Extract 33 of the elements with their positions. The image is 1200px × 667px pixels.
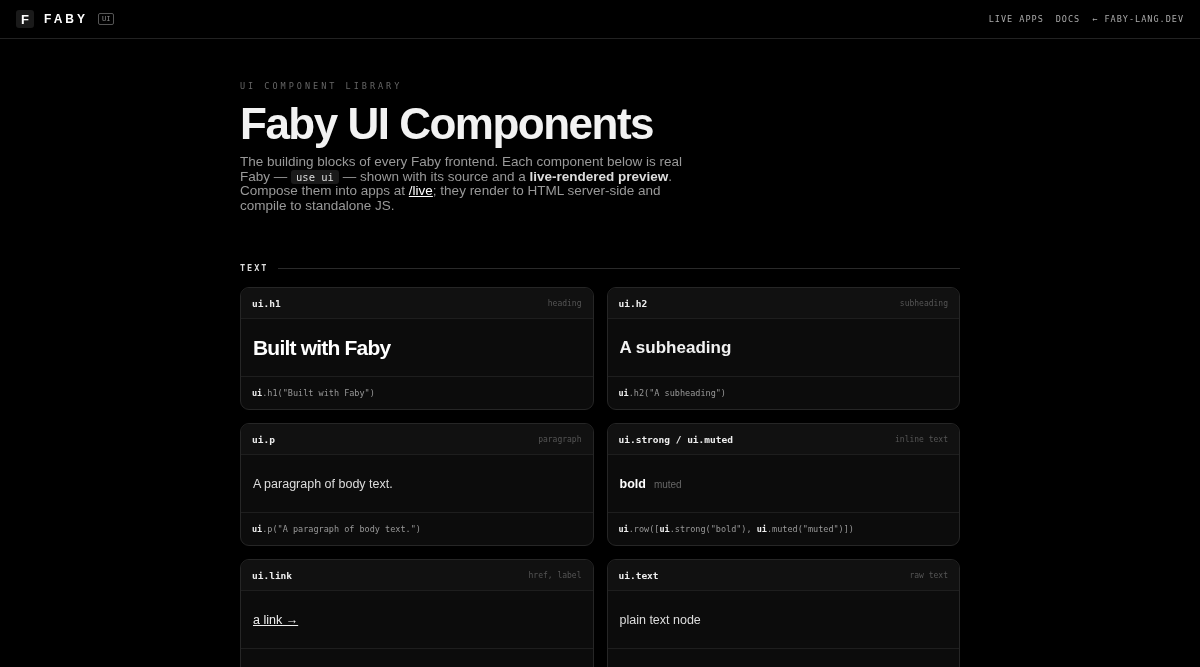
logo-icon: F [16, 10, 34, 28]
brand-name: FABY [44, 12, 88, 26]
nav-link[interactable]: LIVE APPS [988, 14, 1044, 24]
code-snippet: ui.h1("Built with Faby") [252, 388, 375, 398]
code-snippet: ui.row([ui.strong("bold"), ui.muted("muted")]) [618, 524, 854, 534]
live-link[interactable]: /live [408, 183, 433, 198]
nav-link[interactable]: ← FABY-LANG.DEV [1092, 14, 1184, 24]
intro-paragraph: The building blocks of every Faby frontend. Each component below is real Faby — use ui — shown with its source and a live-rendered preview. Compose them into apps at /live; they render to HTML server-side and compile to standalone JS. [240, 155, 683, 213]
component-name: ui.strong / ui.muted [618, 433, 733, 445]
component-tag: paragraph [538, 434, 582, 444]
component-tag: raw text [909, 570, 948, 580]
component-name: ui.text [618, 569, 659, 581]
eyebrow-label: UI COMPONENT LIBRARY [240, 81, 404, 91]
page-title: Faby UI Components [240, 98, 655, 150]
preview-subheading: A subheading [619, 337, 732, 358]
preview-heading: Built with Faby [253, 335, 391, 360]
component-tag: inline text [895, 434, 948, 444]
component-name: ui.p [252, 433, 275, 445]
preview-muted-text: muted [653, 478, 682, 490]
component-tag: href, label [528, 570, 582, 580]
nav-link[interactable]: DOCS [1055, 14, 1081, 24]
preview-link[interactable]: a link → [253, 612, 299, 627]
code-snippet: ui.p("A paragraph of body text.") [252, 524, 421, 534]
preview-paragraph: A paragraph of body text. [253, 476, 393, 491]
code-snippet: ui.h2("A subheading") [618, 388, 726, 398]
preview-bold-text: bold [619, 476, 646, 491]
component-tag: subheading [899, 298, 948, 308]
section-label: TEXT [240, 263, 269, 273]
component-name: ui.link [252, 569, 293, 581]
component-name: ui.h1 [252, 297, 281, 309]
component-name: ui.h2 [618, 297, 648, 309]
preview-text: plain text node [619, 612, 701, 627]
component-tag: heading [547, 298, 582, 308]
